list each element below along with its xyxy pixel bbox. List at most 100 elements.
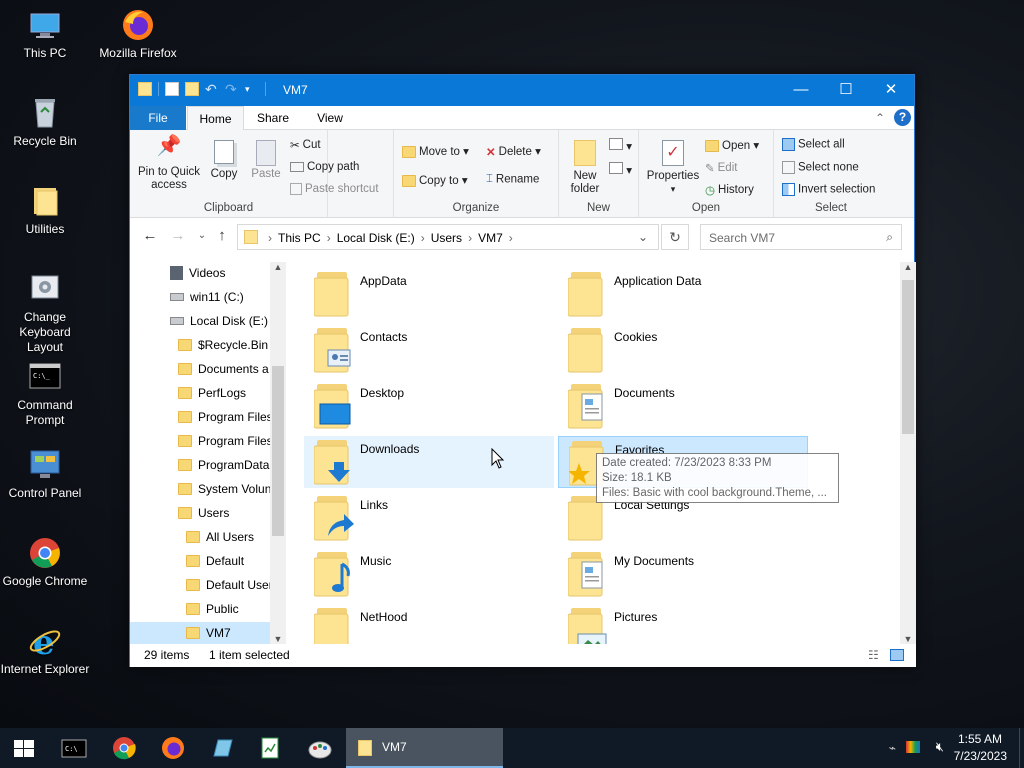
copy-button[interactable]: Copy <box>206 140 242 181</box>
desktop-icon-command-prompt[interactable]: C:\_ Command Prompt <box>0 360 90 428</box>
copy-to-button[interactable]: Copy to ▾ <box>402 173 468 187</box>
show-desktop-button[interactable] <box>1019 728 1024 768</box>
undo-icon[interactable]: ↶ <box>205 82 219 96</box>
recent-locations-chevron-icon[interactable]: ⌄ <box>192 226 212 246</box>
taskbar-notepad-icon[interactable] <box>254 732 286 764</box>
minimize-button[interactable]: — <box>778 75 824 105</box>
address-dropdown-icon[interactable]: ⌄ <box>638 230 648 244</box>
pin-to-quick-access-button[interactable]: 📌 Pin to Quick access <box>136 136 202 192</box>
tab-share[interactable]: Share <box>248 106 298 130</box>
clock-time[interactable]: 1:55 AM <box>958 732 1002 746</box>
desktop-icon-chrome[interactable]: Google Chrome <box>0 536 90 589</box>
folder-item[interactable]: Cookies <box>558 324 808 376</box>
taskbar-firefox-icon[interactable] <box>157 732 189 764</box>
close-button[interactable]: ✕ <box>868 75 914 105</box>
forward-arrow-icon[interactable]: → <box>168 226 188 246</box>
desktop-icon-internet-explorer[interactable]: e Internet Explorer <box>0 623 90 677</box>
nav-item[interactable]: Videos <box>170 262 225 284</box>
nav-item[interactable]: ProgramData <box>178 454 269 476</box>
properties-icon[interactable] <box>165 82 179 96</box>
taskbar-command-prompt-icon[interactable]: C:\ <box>58 732 90 764</box>
nav-item[interactable]: Documents a <box>178 358 269 380</box>
details-view-icon[interactable]: ☷ <box>868 648 879 662</box>
desktop-icon-keyboard-layout[interactable]: Change Keyboard Layout <box>0 272 90 355</box>
navigation-scrollbar[interactable]: ▲ ▼ <box>270 262 286 644</box>
easy-access-button[interactable]: ▾ <box>609 162 632 177</box>
copy-path-button[interactable]: Copy path <box>290 161 359 173</box>
folder-item[interactable]: Application Data <box>558 268 808 320</box>
tab-home[interactable]: Home <box>187 106 244 130</box>
nav-item[interactable]: Default <box>186 550 244 572</box>
select-all-button[interactable]: Select all <box>782 138 845 151</box>
taskbar-chrome-icon[interactable] <box>108 732 140 764</box>
desktop-icon-this-pc[interactable]: This PC <box>0 8 90 61</box>
scroll-up-icon[interactable]: ▲ <box>900 262 916 276</box>
tab-view[interactable]: View <box>306 106 354 130</box>
folder-item[interactable]: Downloads <box>304 436 554 488</box>
breadcrumb-users[interactable]: Users <box>431 231 462 245</box>
customize-qat-icon[interactable]: ▾ <box>245 82 259 96</box>
large-icons-view-icon[interactable] <box>890 649 904 661</box>
nav-item[interactable]: Public <box>186 598 239 620</box>
nav-item[interactable]: All Users <box>186 526 254 548</box>
nav-item[interactable]: Program Files <box>178 430 273 452</box>
start-icon[interactable] <box>8 732 40 764</box>
folder-item[interactable]: NetHood <box>304 604 554 644</box>
nav-item[interactable]: Local Disk (E:) <box>170 310 268 332</box>
edit-button[interactable]: ✎ Edit <box>705 161 737 175</box>
taskbar-window-vm7[interactable]: VM7 <box>346 728 503 768</box>
nav-item[interactable]: System Volun <box>178 478 271 500</box>
nav-item[interactable]: Program Files <box>178 406 273 428</box>
desktop-icon-utilities[interactable]: Utilities <box>0 184 90 237</box>
volume-muted-icon[interactable]: 🔇︎ <box>936 739 944 755</box>
invert-selection-button[interactable]: Invert selection <box>782 183 875 196</box>
refresh-icon[interactable]: ↻ <box>661 224 689 250</box>
display-icon[interactable] <box>906 741 920 753</box>
cut-button[interactable]: ✂ Cut <box>290 138 321 152</box>
folder-item[interactable]: Links <box>304 492 554 544</box>
move-to-button[interactable]: Move to ▾ <box>402 144 469 158</box>
folder-item[interactable]: Music <box>304 548 554 600</box>
breadcrumb-vm7[interactable]: VM7 <box>478 231 503 245</box>
delete-button[interactable]: ✕ Delete ▾ <box>486 144 541 159</box>
rename-button[interactable]: ⌶ Rename <box>486 173 539 186</box>
select-none-button[interactable]: Select none <box>782 161 859 174</box>
address-field[interactable]: › This PC › Local Disk (E:) › Users › VM… <box>237 224 659 250</box>
back-arrow-icon[interactable]: ← <box>140 226 160 246</box>
network-icon[interactable]: ⌁ <box>889 741 896 755</box>
nav-item[interactable]: Users <box>178 502 229 524</box>
new-folder-button[interactable]: New folder <box>563 140 607 196</box>
scroll-down-icon[interactable]: ▼ <box>270 634 286 644</box>
taskbar-app-icon[interactable] <box>206 732 238 764</box>
breadcrumb-local-disk[interactable]: Local Disk (E:) <box>337 231 415 245</box>
scroll-thumb[interactable] <box>902 280 914 434</box>
desktop-icon-firefox[interactable]: Mozilla Firefox <box>93 8 183 61</box>
paste-shortcut-button[interactable]: Paste shortcut <box>290 183 379 195</box>
desktop-icon-control-panel[interactable]: Control Panel <box>0 448 90 501</box>
search-input[interactable]: Search VM7 ⌕ <box>700 224 902 250</box>
nav-item[interactable]: VM7 <box>130 622 270 644</box>
scroll-down-icon[interactable]: ▼ <box>900 634 916 644</box>
taskbar-paint-icon[interactable] <box>304 732 336 764</box>
up-arrow-icon[interactable]: ↑ <box>212 226 232 246</box>
paste-button[interactable]: Paste <box>246 140 286 181</box>
nav-item[interactable]: win11 (C:) <box>170 286 244 308</box>
nav-item[interactable]: $Recycle.Bin <box>178 334 268 356</box>
folder-item[interactable]: AppData <box>304 268 554 320</box>
new-folder-icon[interactable] <box>185 82 199 96</box>
breadcrumb-this-pc[interactable]: This PC <box>278 231 321 245</box>
help-icon[interactable]: ? <box>894 109 911 126</box>
scroll-thumb[interactable] <box>272 366 284 536</box>
folder-item[interactable]: My Documents <box>558 548 808 600</box>
folder-item[interactable]: Documents <box>558 380 808 432</box>
folder-item[interactable]: Pictures <box>558 604 808 644</box>
collapse-ribbon-icon[interactable]: ⌃ <box>870 106 890 130</box>
maximize-button[interactable]: ☐ <box>823 75 869 105</box>
open-button[interactable]: Open ▾ <box>705 138 759 152</box>
history-button[interactable]: ◷ History <box>705 183 754 197</box>
redo-icon[interactable]: ↷ <box>225 82 239 96</box>
tab-file[interactable]: File <box>130 106 186 130</box>
folder-item[interactable]: Desktop <box>304 380 554 432</box>
scroll-up-icon[interactable]: ▲ <box>270 262 286 276</box>
new-item-button[interactable]: ▾ <box>609 138 632 153</box>
